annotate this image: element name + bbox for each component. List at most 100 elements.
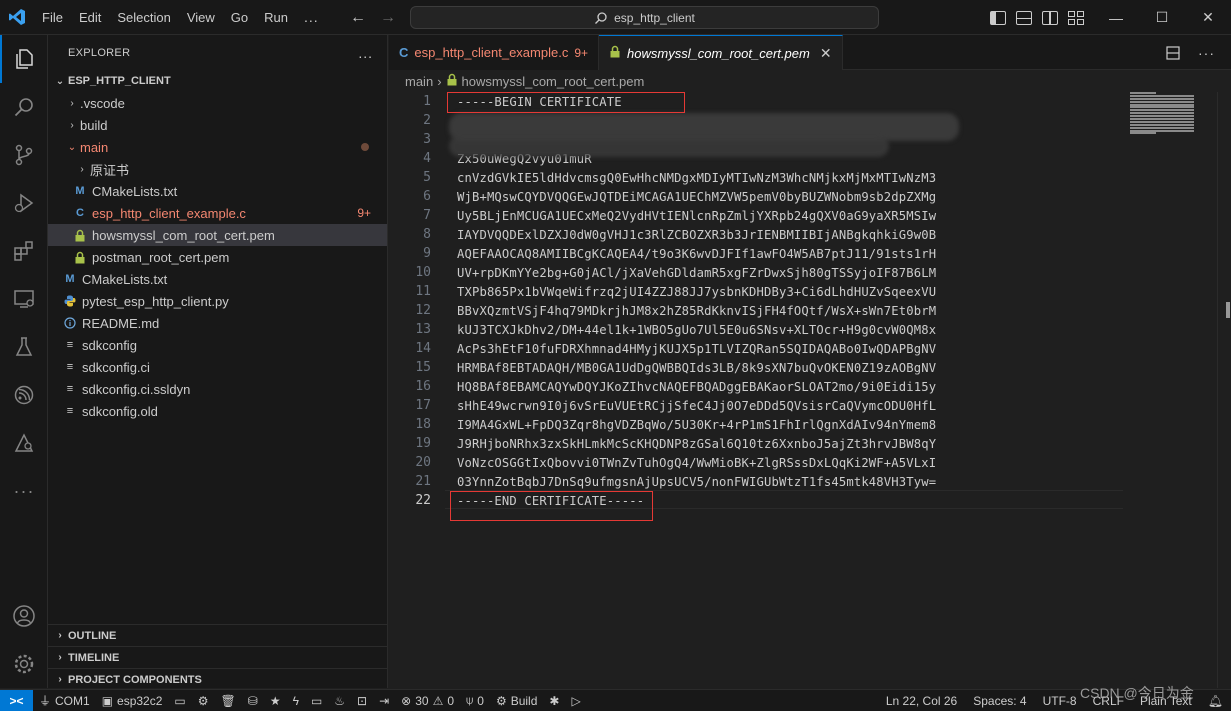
- run-debug-icon[interactable]: [0, 179, 48, 227]
- minimap[interactable]: [1130, 92, 1194, 136]
- code-editor[interactable]: 1 -----BEGIN CERTIFICATE 2 3 4 Zx50uWegQ2vyu0…: [389, 92, 1231, 688]
- toggle-primary-sidebar-icon[interactable]: [990, 10, 1006, 25]
- gear-icon[interactable]: ⚙: [192, 690, 215, 711]
- explorer-more-button[interactable]: ...: [358, 45, 373, 61]
- play-icon[interactable]: ▷: [565, 690, 586, 711]
- more-views-icon[interactable]: ···: [0, 467, 48, 515]
- folder-icon[interactable]: ▭: [168, 690, 191, 711]
- idf-icon[interactable]: [0, 419, 48, 467]
- tree-item-vscode[interactable]: › .vscode: [48, 92, 387, 114]
- tree-item-howsmyssl-pem[interactable]: howsmyssl_com_root_cert.pem: [48, 224, 387, 246]
- explorer-icon[interactable]: [0, 35, 48, 83]
- code-line[interactable]: 20 VoNzcOSGGtIxQbovvi0TWnZvTuhOgQ4/WwMioB…: [389, 453, 1124, 472]
- export-icon[interactable]: ⇥: [373, 690, 395, 711]
- bug-icon[interactable]: ✱: [543, 690, 565, 711]
- tree-item-label: .vscode: [80, 95, 125, 111]
- workspace-root[interactable]: ⌄ ESP_HTTP_CLIENT: [48, 70, 387, 92]
- menu-run[interactable]: Run: [256, 0, 296, 35]
- remote-explorer-icon[interactable]: [0, 275, 48, 323]
- bell-icon[interactable]: 🔔︎: [1200, 690, 1231, 711]
- star-icon[interactable]: ★: [264, 690, 287, 711]
- tree-item-original-cert[interactable]: › 原证书: [48, 158, 387, 180]
- code-line[interactable]: 10 UV+rpDKmYYe2bg+G0jACl/jXaVehGDldamR5xg…: [389, 263, 1124, 282]
- chevron-right-icon: ›: [58, 674, 62, 685]
- tree-item-cmakelists-root[interactable]: M CMakeLists.txt: [48, 268, 387, 290]
- serial-port[interactable]: ⏚ COM1: [33, 690, 96, 711]
- back-arrow-icon[interactable]: ←: [350, 9, 366, 27]
- code-line[interactable]: 11 TXPb865Px1bVWqeWifrzq2jUI4ZZJ88JJ7ysbn…: [389, 282, 1124, 301]
- code-line[interactable]: 8 IAYDVQQDExlDZXJ0dW0gVHJ1c3RlZCBOZXR3b3J…: [389, 225, 1124, 244]
- target-device[interactable]: ▣ esp32c2: [96, 690, 169, 711]
- extensions-icon[interactable]: [0, 227, 48, 275]
- code-line[interactable]: 17 sHhE49wcrwn9I0j6vSrEuVUEtRCjjSfeC4Jj0O…: [389, 396, 1124, 415]
- tree-item-sdkconfig[interactable]: ≡ sdkconfig: [48, 334, 387, 356]
- code-line[interactable]: 14 AcPs3hEtF10fuFDRXhmnad4HMyjKUJX5p1TLVI…: [389, 339, 1124, 358]
- terminal-icon[interactable]: ⊡: [351, 690, 373, 711]
- customize-layout-icon[interactable]: [1068, 10, 1084, 25]
- menu-view[interactable]: View: [179, 0, 223, 35]
- menu-go[interactable]: Go: [223, 0, 256, 35]
- code-line[interactable]: 12 BBvXQzmtVSjF4hq79MDkrjhJM8x2hZ85RdKknv…: [389, 301, 1124, 320]
- flame-icon[interactable]: ♨: [328, 690, 351, 711]
- tab-example-c[interactable]: C esp_http_client_example.c 9+: [389, 35, 600, 70]
- cursor-position[interactable]: Ln 22, Col 26: [878, 690, 965, 711]
- code-line[interactable]: 9 AQEFAAOCAQ8AMIIBCgKCAQEA4/t9o3K6wvDJFIf…: [389, 244, 1124, 263]
- tree-item-postman-pem[interactable]: postman_root_cert.pem: [48, 246, 387, 268]
- build-button[interactable]: ⚙ Build: [490, 690, 543, 711]
- close-window-button[interactable]: ✕: [1185, 0, 1231, 35]
- tree-item-readme[interactable]: README.md: [48, 312, 387, 334]
- remote-indicator[interactable]: ><: [0, 689, 33, 711]
- tree-item-sdkconfig-ci[interactable]: ≡ sdkconfig.ci: [48, 356, 387, 378]
- menu-file[interactable]: File: [34, 0, 71, 35]
- timeline-section[interactable]: › TIMELINE: [48, 646, 388, 668]
- toggle-panel-icon[interactable]: [1016, 10, 1032, 25]
- menu-more-button[interactable]: ...: [296, 9, 327, 25]
- code-line[interactable]: 13 kUJ3TCXJkDhv2/DM+44el1k+1WBO5gUo7Ul5E0…: [389, 320, 1124, 339]
- editor-more-button[interactable]: ···: [1198, 45, 1215, 61]
- tree-item-sdkconfig-old[interactable]: ≡ sdkconfig.old: [48, 400, 387, 422]
- breadcrumb-file[interactable]: howsmyssl_com_root_cert.pem: [462, 74, 645, 89]
- code-line[interactable]: 18 I9MA4GxWL+FpDQ3Zqr8hgVDZBqWo/5U30Kr+4r…: [389, 415, 1124, 434]
- toggle-secondary-sidebar-icon[interactable]: [1042, 10, 1058, 25]
- code-line[interactable]: 21 03YnnZotBqbJ7DnSq9ufmgsnAjUpsUCV5/nonF…: [389, 472, 1124, 491]
- code-line[interactable]: 16 HQ8BAf8EBAMCAQYwDQYJKoZIhvcNAQEFBQADgg…: [389, 377, 1124, 396]
- tree-item-main[interactable]: ⌄ main: [48, 136, 387, 158]
- split-editor-icon[interactable]: [1166, 45, 1180, 60]
- indentation[interactable]: Spaces: 4: [965, 690, 1034, 711]
- account-icon[interactable]: [0, 592, 48, 640]
- code-line[interactable]: 7 Uy5BLjEnMCUGA1UECxMeQ2VydHVtIENlcnRpZml…: [389, 206, 1124, 225]
- outline-section[interactable]: › OUTLINE: [48, 624, 388, 646]
- code-line[interactable]: 15 HRMBAf8EBTADAQH/MB0GA1UdDgQWBBQIds3LB/…: [389, 358, 1124, 377]
- tree-item-example-c[interactable]: C esp_http_client_example.c 9+: [48, 202, 387, 224]
- database-icon[interactable]: ⛁: [242, 690, 264, 711]
- breadcrumb-folder[interactable]: main: [405, 74, 433, 89]
- command-center-search[interactable]: esp_http_client: [410, 6, 879, 29]
- testing-icon[interactable]: [0, 323, 48, 371]
- forward-arrow-icon[interactable]: →: [380, 9, 396, 27]
- source-control-icon[interactable]: [0, 131, 48, 179]
- encoding[interactable]: UTF-8: [1035, 690, 1085, 711]
- tree-item-sdkconfig-ci-ssldyn[interactable]: ≡ sdkconfig.ci.ssldyn: [48, 378, 387, 400]
- menu-selection[interactable]: Selection: [109, 0, 178, 35]
- code-line[interactable]: 19 J9RHjboNRhx3zxSkHLmkMcScKHQDNP8zGSal6Q…: [389, 434, 1124, 453]
- menu-edit[interactable]: Edit: [71, 0, 109, 35]
- vertical-scrollbar[interactable]: [1217, 92, 1231, 688]
- close-icon[interactable]: ✕: [820, 45, 832, 62]
- code-line[interactable]: 6 WjB+MQswCQYDVQQGEwJQTDEiMCAGA1UEChMZVW5…: [389, 187, 1124, 206]
- trash-icon[interactable]: 🗑︎: [215, 690, 242, 711]
- gear-icon[interactable]: [0, 640, 48, 688]
- problems-indicator[interactable]: ⊗ 30 ⚠ 0: [395, 690, 460, 711]
- tab-howsmyssl-pem[interactable]: howsmyssl_com_root_cert.pem ✕: [599, 35, 843, 70]
- ports-indicator[interactable]: ⍦ 0: [460, 690, 490, 711]
- project-components-section[interactable]: › PROJECT COMPONENTS: [48, 668, 388, 690]
- maximize-button[interactable]: ☐: [1139, 0, 1185, 35]
- tree-item-cmakelists-main[interactable]: M CMakeLists.txt: [48, 180, 387, 202]
- minimize-button[interactable]: —: [1093, 0, 1139, 35]
- monitor-icon[interactable]: ▭: [305, 690, 328, 711]
- tree-item-pytest[interactable]: pytest_esp_http_client.py: [48, 290, 387, 312]
- flash-icon[interactable]: ϟ: [287, 690, 305, 711]
- search-icon[interactable]: [0, 83, 48, 131]
- tree-item-build[interactable]: › build: [48, 114, 387, 136]
- espressif-icon[interactable]: [0, 371, 48, 419]
- code-line[interactable]: 5 cnVzdGVkIE5ldHdvcmsgQ0EwHhcNMDgxMDIyMTI…: [389, 168, 1124, 187]
